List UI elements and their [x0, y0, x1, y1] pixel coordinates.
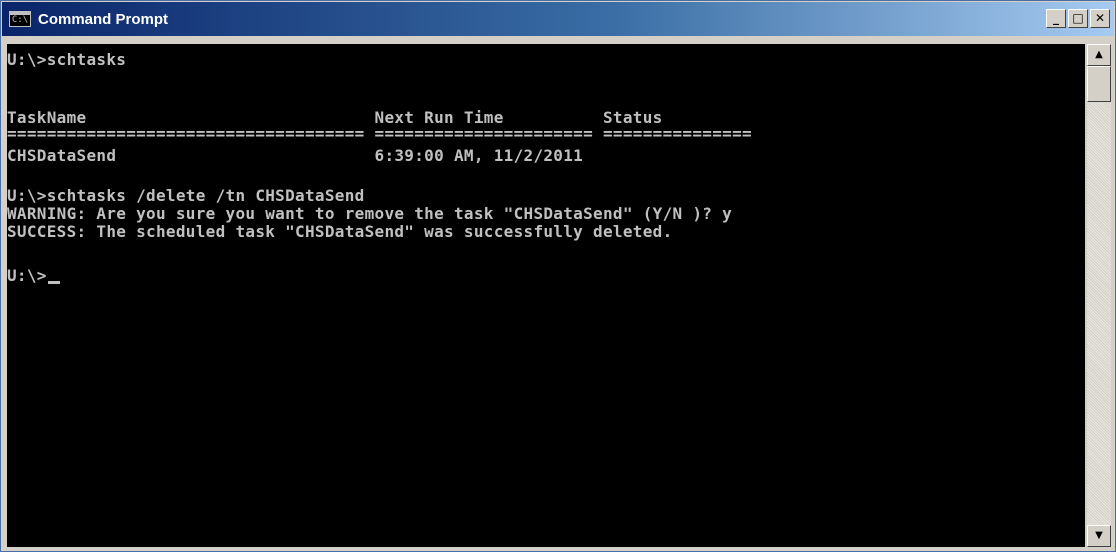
console-line-current-prompt: U:\>: [7, 265, 60, 287]
title-bar[interactable]: C:\ Command Prompt _ □ ✕: [2, 2, 1114, 36]
current-prompt-text: U:\>: [7, 266, 47, 285]
console-line-success: SUCCESS: The scheduled task "CHSDataSend…: [7, 222, 673, 241]
command-prompt-window: C:\ Command Prompt _ □ ✕ U:\>schtasks Ta…: [0, 0, 1116, 552]
minimize-button[interactable]: _: [1046, 9, 1066, 28]
window-controls: _ □ ✕: [1044, 9, 1110, 28]
command-prompt-icon[interactable]: C:\: [9, 11, 31, 27]
console-output[interactable]: U:\>schtasks TaskName Next Run Time Stat…: [7, 44, 1085, 547]
window-title: Command Prompt: [38, 10, 169, 28]
scroll-up-button[interactable]: ▲: [1087, 44, 1111, 66]
text-cursor: [47, 281, 60, 284]
scroll-down-button[interactable]: ▼: [1087, 525, 1111, 547]
console-line-task-row: CHSDataSend 6:39:00 AM, 11/2/2011: [7, 146, 584, 165]
vertical-scrollbar[interactable]: ▲ ▼: [1087, 44, 1111, 547]
scrollbar-thumb[interactable]: [1087, 66, 1111, 102]
close-button[interactable]: ✕: [1090, 9, 1110, 28]
console-line-prompt-schtasks: U:\>schtasks: [7, 50, 127, 69]
maximize-button[interactable]: □: [1068, 9, 1088, 28]
console-line-table-separator: ==================================== ===…: [7, 124, 752, 143]
